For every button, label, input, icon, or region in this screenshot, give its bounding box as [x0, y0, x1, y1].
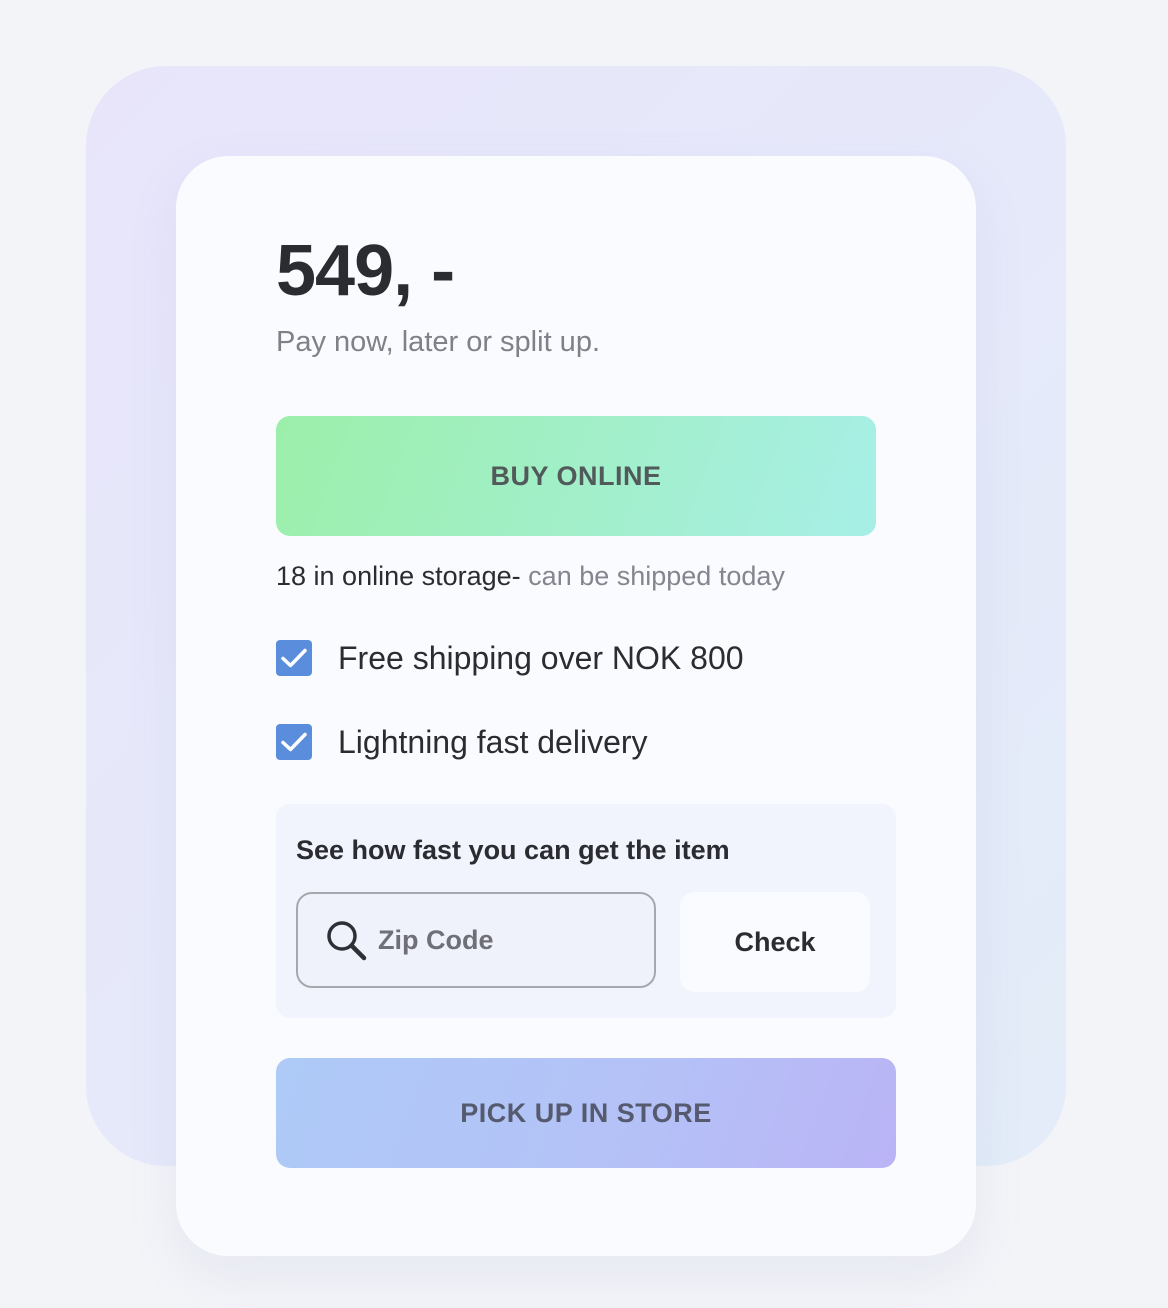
price: 549, -	[276, 231, 455, 311]
checkmark-icon	[281, 648, 307, 668]
check-button[interactable]: Check	[680, 892, 870, 992]
checkmark-icon	[281, 732, 307, 752]
stock-status: 18 in online storage- can be shipped tod…	[276, 556, 785, 596]
buy-online-button[interactable]: BUY ONLINE	[276, 416, 876, 536]
stock-count: 18 in online storage-	[276, 561, 521, 591]
feature-label: Lightning fast delivery	[338, 724, 648, 760]
free-shipping-checkbox[interactable]	[276, 640, 312, 676]
zip-code-field[interactable]	[296, 892, 656, 988]
feature-fast-delivery: Lightning fast delivery	[276, 722, 648, 762]
zip-code-input[interactable]	[376, 923, 630, 957]
delivery-check-title: See how fast you can get the item	[296, 835, 730, 865]
page: 549, - Pay now, later or split up. BUY O…	[0, 0, 1168, 1308]
feature-free-shipping: Free shipping over NOK 800	[276, 638, 744, 678]
fast-delivery-checkbox[interactable]	[276, 724, 312, 760]
pick-up-in-store-button[interactable]: PICK UP IN STORE	[276, 1058, 896, 1168]
shipping-availability: can be shipped today	[520, 561, 785, 591]
product-purchase-card: 549, - Pay now, later or split up. BUY O…	[176, 156, 976, 1256]
search-icon	[324, 918, 368, 962]
feature-label: Free shipping over NOK 800	[338, 640, 744, 676]
delivery-check-panel: See how fast you can get the item Check	[276, 804, 896, 1018]
payment-note: Pay now, later or split up.	[276, 326, 600, 358]
